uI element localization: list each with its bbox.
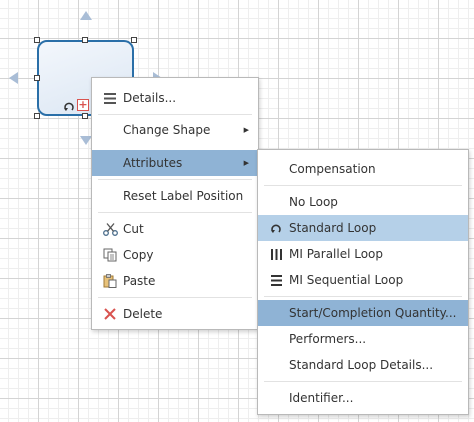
submenu-arrow-icon: ▶ bbox=[243, 159, 249, 167]
resize-handle-top-left[interactable] bbox=[34, 37, 40, 43]
menu-divider bbox=[98, 114, 252, 115]
resize-handle-top[interactable] bbox=[82, 37, 88, 43]
arrow-up-icon[interactable] bbox=[80, 11, 92, 20]
submenu-arrow-icon: ▶ bbox=[243, 126, 249, 134]
arrow-left-icon[interactable] bbox=[9, 72, 18, 84]
resize-handle-bottom[interactable] bbox=[82, 113, 88, 119]
menu-item-cut[interactable]: Cut bbox=[92, 216, 258, 242]
menu-item-copy[interactable]: Copy bbox=[92, 242, 258, 268]
menu-item-paste[interactable]: Paste bbox=[92, 268, 258, 294]
submenu-item-mi-parallel-loop[interactable]: MI Parallel Loop bbox=[258, 241, 468, 267]
attributes-submenu: Compensation No Loop Standard Loop MI Pa… bbox=[257, 149, 469, 415]
submenu-item-performers[interactable]: Performers... bbox=[258, 326, 468, 352]
menu-item-label: Details... bbox=[123, 91, 177, 105]
menu-item-label: Compensation bbox=[289, 162, 376, 176]
menu-item-label: Performers... bbox=[289, 332, 367, 346]
menu-item-label: Start/Completion Quantity... bbox=[289, 306, 457, 320]
paste-icon bbox=[102, 274, 118, 288]
menu-divider bbox=[98, 212, 252, 213]
menu-divider bbox=[264, 381, 462, 382]
delete-x-icon bbox=[102, 307, 118, 321]
loop-marker-icon bbox=[64, 102, 74, 111]
menu-item-label: MI Parallel Loop bbox=[289, 247, 384, 261]
menu-item-label: Standard Loop Details... bbox=[289, 358, 434, 372]
menu-divider bbox=[98, 297, 252, 298]
menu-item-label: Paste bbox=[123, 274, 156, 288]
collapsed-subprocess-marker-icon[interactable]: + bbox=[77, 99, 89, 111]
menu-item-label: Change Shape bbox=[123, 123, 211, 137]
menu-item-attributes[interactable]: Attributes ▶ bbox=[92, 150, 258, 176]
menu-item-details[interactable]: Details... bbox=[92, 85, 258, 111]
menu-item-label: Delete bbox=[123, 307, 163, 321]
menu-item-label: Cut bbox=[123, 222, 144, 236]
copy-icon bbox=[102, 248, 118, 262]
menu-item-label: Standard Loop bbox=[289, 221, 377, 235]
resize-handle-left[interactable] bbox=[34, 75, 40, 81]
resize-handle-bottom-left[interactable] bbox=[34, 113, 40, 119]
submenu-item-identifier[interactable]: Identifier... bbox=[258, 385, 468, 411]
menu-divider bbox=[264, 296, 462, 297]
list-icon bbox=[102, 91, 118, 105]
resize-handle-top-right[interactable] bbox=[131, 37, 137, 43]
menu-item-delete[interactable]: Delete bbox=[92, 301, 258, 327]
submenu-item-mi-sequential-loop[interactable]: MI Sequential Loop bbox=[258, 267, 468, 293]
submenu-item-standard-loop-details[interactable]: Standard Loop Details... bbox=[258, 352, 468, 378]
submenu-item-compensation[interactable]: Compensation bbox=[258, 156, 468, 182]
loop-icon bbox=[268, 221, 284, 235]
menu-item-label: Identifier... bbox=[289, 391, 354, 405]
parallel-bars-icon bbox=[268, 247, 284, 261]
submenu-item-start-completion-quantity[interactable]: Start/Completion Quantity... bbox=[258, 300, 468, 326]
menu-item-label: Reset Label Position bbox=[123, 189, 244, 203]
menu-item-label: Attributes bbox=[123, 156, 183, 170]
submenu-item-standard-loop[interactable]: Standard Loop bbox=[258, 215, 468, 241]
scissors-icon bbox=[102, 222, 118, 236]
menu-item-label: MI Sequential Loop bbox=[289, 273, 404, 287]
submenu-item-no-loop[interactable]: No Loop bbox=[258, 189, 468, 215]
menu-item-reset-label-position[interactable]: Reset Label Position bbox=[92, 183, 258, 209]
menu-item-change-shape[interactable]: Change Shape ▶ bbox=[92, 117, 258, 143]
sequential-bars-icon bbox=[268, 273, 284, 287]
menu-divider bbox=[98, 179, 252, 180]
menu-item-label: No Loop bbox=[289, 195, 338, 209]
menu-item-label: Copy bbox=[123, 248, 154, 262]
menu-divider bbox=[264, 185, 462, 186]
diagram-canvas[interactable]: + Details... Change Shape ▶ Attributes ▶… bbox=[0, 0, 474, 422]
context-menu: Details... Change Shape ▶ Attributes ▶ R… bbox=[91, 77, 259, 330]
